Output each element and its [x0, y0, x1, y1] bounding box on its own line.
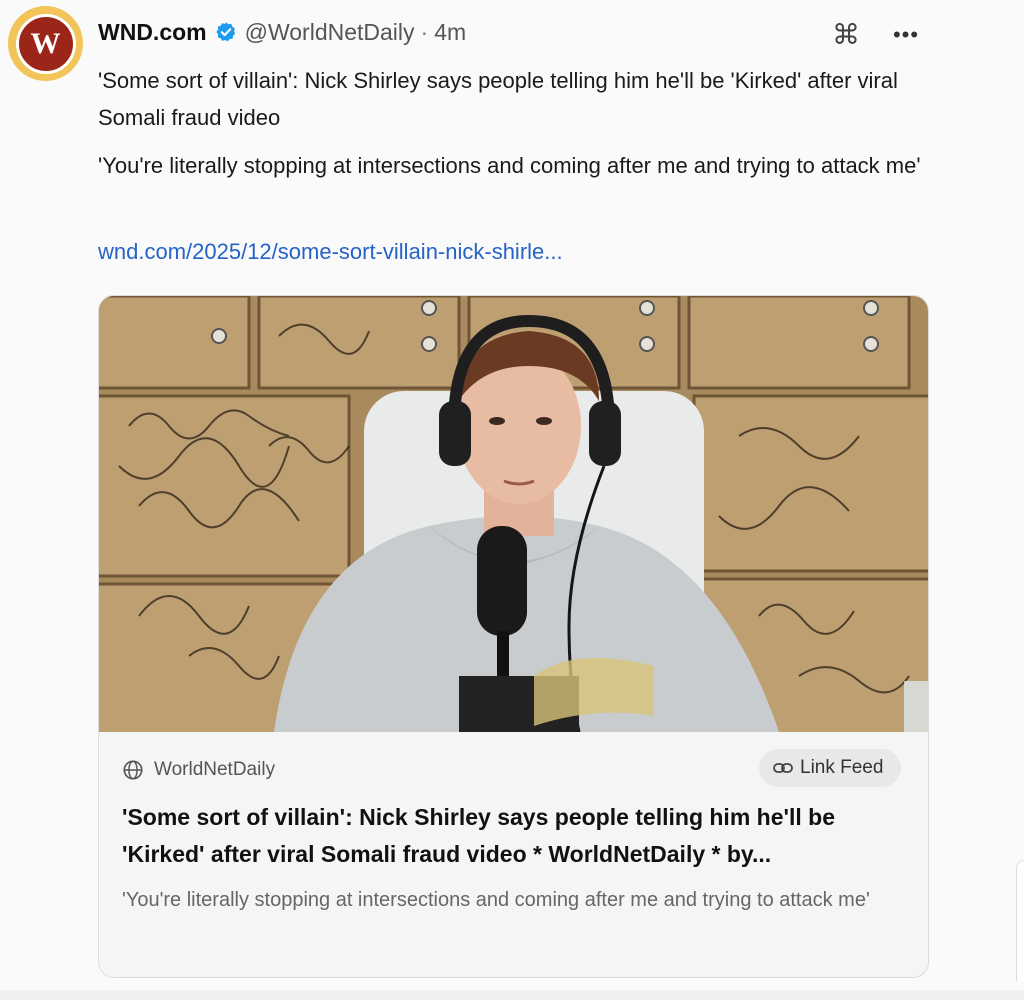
card-body: WorldNetDaily Link Feed 'Some sort of vi…	[99, 732, 928, 977]
article-image[interactable]	[99, 296, 929, 732]
card-source: WorldNetDaily	[122, 759, 275, 781]
post-text-quote: 'You're literally stopping at intersecti…	[98, 153, 921, 178]
link-feed-button[interactable]: Link Feed	[759, 749, 902, 787]
more-icon[interactable]: •••	[890, 19, 922, 51]
adjacent-panel-edge	[1016, 860, 1024, 981]
link-feed-label: Link Feed	[800, 757, 884, 778]
post-header: WND.com @WorldNetDaily · 4m	[98, 15, 466, 49]
verified-badge-icon	[216, 22, 235, 42]
link-preview-card[interactable]: WorldNetDaily Link Feed 'Some sort of vi…	[98, 295, 929, 978]
card-description: 'You're literally stopping at intersecti…	[122, 889, 870, 911]
post-link[interactable]: wnd.com/2025/12/some-sort-villain-nick-s…	[98, 233, 563, 270]
bottom-divider	[0, 990, 1024, 1000]
card-title[interactable]: 'Some sort of villain': Nick Shirley say…	[122, 799, 912, 873]
card-source-label: WorldNetDaily	[154, 759, 276, 780]
timestamp[interactable]: 4m	[434, 19, 466, 46]
post-text-headline: 'Some sort of villain': Nick Shirley say…	[98, 68, 898, 130]
link-icon	[773, 763, 793, 773]
avatar-logo: W	[15, 13, 76, 74]
globe-icon	[123, 760, 143, 780]
separator-dot: ·	[420, 18, 429, 45]
command-icon[interactable]: ⌘	[830, 19, 862, 51]
display-name[interactable]: WND.com	[98, 19, 207, 46]
avatar[interactable]: W	[8, 6, 83, 81]
handle[interactable]: @WorldNetDaily	[245, 19, 415, 46]
